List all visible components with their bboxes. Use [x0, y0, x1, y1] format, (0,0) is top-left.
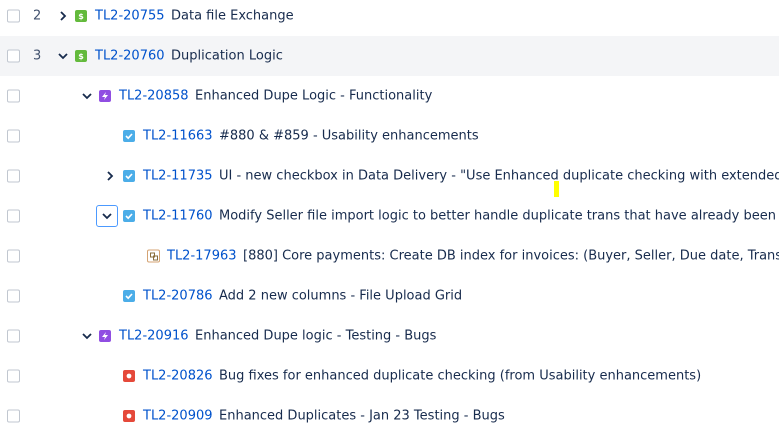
row-checkbox[interactable] [7, 289, 20, 303]
issue-title: #880 & #859 - Usability enhancements [219, 128, 479, 144]
issue-key-link[interactable]: TL2-11663 [143, 129, 213, 144]
table-row[interactable]: TL2-20916 Enhanced Dupe logic - Testing … [0, 316, 779, 356]
issue-title: UI - new checkbox in Data Delivery - "Us… [219, 168, 779, 184]
chevron-down-icon[interactable] [81, 90, 93, 102]
story-icon: $ [75, 10, 87, 22]
table-row[interactable]: 3 $ TL2-20760 Duplication Logic [0, 36, 779, 76]
task-checkbox-icon [123, 170, 135, 182]
svg-text:$: $ [78, 12, 84, 21]
row-checkbox[interactable] [7, 9, 20, 23]
issue-key-link[interactable]: TL2-17963 [167, 249, 237, 264]
epic-icon [99, 90, 111, 102]
table-row[interactable]: TL2-20786 Add 2 new columns - File Uploa… [0, 276, 779, 316]
task-checkbox-icon [123, 130, 135, 142]
issue-key-link[interactable]: TL2-11735 [143, 169, 213, 184]
row-number: 2 [33, 8, 42, 24]
row-checkbox[interactable] [7, 329, 20, 343]
table-row[interactable]: 2 $ TL2-20755 Data file Exchange [0, 0, 779, 36]
issue-key-link[interactable]: TL2-20826 [143, 369, 213, 384]
issue-title: Bug fixes for enhanced duplicate checkin… [219, 368, 702, 384]
row-checkbox[interactable] [7, 129, 20, 143]
issue-key-link[interactable]: TL2-20909 [143, 409, 213, 424]
chevron-right-icon[interactable] [104, 170, 116, 182]
table-row[interactable]: TL2-11760 Modify Seller file import logi… [0, 196, 779, 236]
row-checkbox[interactable] [7, 209, 20, 223]
task-checkbox-icon [123, 290, 135, 302]
table-row[interactable]: TL2-11663 #880 & #859 - Usability enhanc… [0, 116, 779, 156]
row-checkbox[interactable] [7, 409, 20, 423]
issue-key-link[interactable]: TL2-20760 [95, 49, 165, 64]
task-checkbox-icon [123, 210, 135, 222]
row-checkbox[interactable] [7, 249, 20, 263]
issue-key-link[interactable]: TL2-20786 [143, 289, 213, 304]
issue-title: Modify Seller file import logic to bette… [219, 208, 779, 224]
row-checkbox[interactable] [7, 49, 20, 63]
chevron-down-icon[interactable] [57, 50, 69, 62]
issue-title: [880] Core payments: Create DB index for… [243, 248, 779, 264]
table-row[interactable]: TL2-20858 Enhanced Dupe Logic - Function… [0, 76, 779, 116]
issue-key-link[interactable]: TL2-11760 [143, 209, 213, 224]
row-checkbox[interactable] [7, 89, 20, 103]
issue-title: Data file Exchange [171, 8, 294, 24]
issue-title: Add 2 new columns - File Upload Grid [219, 288, 463, 304]
chevron-right-icon[interactable] [57, 10, 69, 22]
issue-title: Enhanced Duplicates - Jan 23 Testing - B… [219, 408, 505, 424]
table-row[interactable]: TL2-11735 UI - new checkbox in Data Deli… [0, 156, 779, 196]
row-number: 3 [33, 48, 42, 64]
issue-title: Enhanced Dupe logic - Testing - Bugs [195, 328, 437, 344]
issue-title: Duplication Logic [171, 48, 283, 64]
table-row[interactable]: TL2-17963 [880] Core payments: Create DB… [0, 236, 779, 276]
table-row[interactable]: TL2-20826 Bug fixes for enhanced duplica… [0, 356, 779, 396]
subtask-icon [147, 249, 160, 263]
row-checkbox[interactable] [7, 169, 20, 183]
issue-key-link[interactable]: TL2-20916 [119, 329, 189, 344]
svg-text:$: $ [78, 52, 84, 61]
table-row[interactable]: TL2-20909 Enhanced Duplicates - Jan 23 T… [0, 396, 779, 436]
row-checkbox[interactable] [7, 369, 20, 383]
issue-key-link[interactable]: TL2-20858 [119, 89, 189, 104]
chevron-down-icon[interactable] [81, 330, 93, 342]
story-icon: $ [75, 50, 87, 62]
bug-icon [123, 410, 135, 422]
issue-key-link[interactable]: TL2-20755 [95, 9, 165, 24]
chevron-down-icon[interactable] [96, 205, 118, 227]
issue-title: Enhanced Dupe Logic - Functionality [195, 88, 433, 104]
text-cursor-highlight [554, 181, 559, 197]
bug-icon [123, 370, 135, 382]
epic-icon [99, 330, 111, 342]
